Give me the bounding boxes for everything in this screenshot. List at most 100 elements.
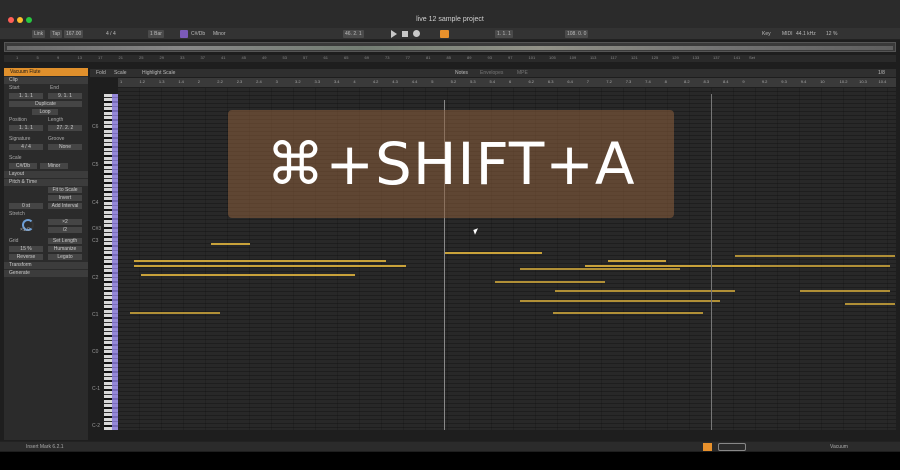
transform-section-header[interactable]: Transform [4,262,88,269]
loop-toggle[interactable]: Loop [32,109,58,115]
overview-waveform [7,46,893,50]
play-button[interactable] [391,30,397,38]
clip-scale-mode-menu[interactable]: Minor [40,163,68,169]
octave-label: C2 [92,275,99,281]
draw-mode-button[interactable] [440,30,449,38]
midi-note[interactable] [555,290,735,292]
humanize-button[interactable]: Humanize [48,246,82,252]
midi-note[interactable] [845,303,895,305]
tap-button[interactable]: Tap [50,30,63,38]
arrangement-ruler-bar: 77 [405,55,410,60]
quantize-menu[interactable]: 1 Bar [148,30,164,38]
generate-section-header[interactable]: Generate [4,270,88,277]
arrangement-ruler-bar: 1 [16,55,19,60]
arrangement-ruler[interactable]: Set 1 5 9 13 17 21 25 29 33 37 41 45 49 53 57 61 65 69 73 7… [4,55,896,62]
tempo-field[interactable]: 167.00 [64,30,84,38]
time-signature-field[interactable]: 4 / 4 [106,30,116,38]
midi-note[interactable] [495,281,605,283]
octave-label: C-2 [92,423,101,429]
status-mode-icon[interactable] [703,443,712,451]
arrangement-ruler-bar: 133 [692,55,700,60]
clip-end-marker[interactable] [711,94,712,430]
midi-map-button[interactable]: MIDI [782,30,793,38]
midi-note[interactable] [715,265,890,267]
arrangement-ruler-bar: 17 [98,55,103,60]
start-label: Start [9,85,20,91]
scale-toggle-button[interactable] [180,30,188,38]
set-length-button[interactable]: Set Length [48,238,82,244]
editor-ruler-tick: 2 [197,79,201,84]
layout-section-header[interactable]: Layout [4,171,88,178]
loop-start-field[interactable]: 1. 1. 1 [495,30,513,38]
clip-scale-root-menu[interactable]: C#/Db [9,163,37,169]
length-label: Length [48,117,64,123]
position-label: Position [9,117,27,123]
midi-note[interactable] [133,260,387,262]
arrangement-overview[interactable] [4,42,896,52]
add-interval-button[interactable]: Add Interval [48,203,82,209]
arrangement-ruler-bar: 121 [631,55,638,60]
arrangement-ruler-bar: 33 [180,55,185,60]
midi-note[interactable] [800,290,890,292]
groove-menu[interactable]: None [48,144,82,150]
invert-button[interactable]: Invert [48,195,82,201]
highlight-scale-button[interactable]: Highlight Scale [142,69,175,77]
arrangement-ruler-bar: 69 [364,55,369,60]
midi-note[interactable] [735,255,895,257]
scale-button[interactable]: Scale [114,69,127,77]
arrangement-ruler-bar: 29 [159,55,164,60]
fold-button[interactable]: Fold [96,69,106,77]
status-overview-box[interactable] [718,443,746,451]
humanize-amount-field[interactable]: 15 % [9,246,43,252]
position-field[interactable]: 1. 1. 1 [9,125,43,131]
track-name-header[interactable]: Vacuum Flute [4,68,88,76]
reverse-button[interactable]: Reverse [9,254,43,260]
tab-envelopes[interactable]: Envelopes [480,69,503,77]
length-field[interactable]: 27. 2. 2 [48,125,82,131]
stop-button[interactable] [402,31,408,37]
editor-ruler-tick: 9.3 [781,79,787,84]
midi-note[interactable] [520,268,680,270]
tab-mpe[interactable]: MPE [517,69,528,77]
loop-length-field[interactable]: 108. 0. 0 [565,30,589,38]
set-locator-button[interactable]: Set [749,55,755,60]
arrangement-ruler-bar: 101 [528,55,536,60]
midi-note[interactable] [211,243,251,245]
octave-label: C1 [92,312,99,318]
key-map-button[interactable]: Key [762,30,771,38]
arrangement-position-field[interactable]: 46. 2. 1 [343,30,364,38]
midi-note[interactable] [444,252,542,254]
start-field[interactable]: 1. 1. 1 [9,93,43,99]
editor-ruler-tick: 10 [820,79,825,84]
grid-division-readout[interactable]: 1/8 [878,69,885,77]
fit-to-scale-button[interactable]: Fit to Scale [48,187,82,193]
editor-ruler-tick: 6.2 [528,79,534,84]
midi-note[interactable] [130,312,220,314]
groove-label: Groove [48,136,65,142]
scale-root-menu[interactable]: C#/Db [191,30,205,38]
pitch-time-section-header[interactable]: Pitch & Time [4,179,88,186]
legato-button[interactable]: Legato [48,254,82,260]
scale-mode-menu[interactable]: Minor [213,30,226,38]
interval-field[interactable]: 0 st [9,203,43,209]
record-button[interactable] [413,30,420,37]
end-field[interactable]: 9. 1. 1 [48,93,82,99]
editor-ruler-tick: 10.4 [878,79,887,84]
midi-note[interactable] [608,260,667,262]
midi-note[interactable] [133,265,406,267]
midi-note[interactable] [553,312,703,314]
editor-ruler-tick: 8.4 [722,79,729,84]
double-button[interactable]: ×2 [48,219,82,225]
signature-field[interactable]: 4 / 4 [9,144,43,150]
status-track-name: Vacuum [830,444,848,450]
midi-note[interactable] [520,300,720,302]
tab-notes[interactable]: Notes [455,69,468,77]
duplicate-button[interactable]: Duplicate [9,101,82,107]
arrangement-ruler-bar: 61 [323,55,328,60]
editor-beat-ruler[interactable]: 1 1.2 1.3 1.4 2 2.2 2.3 2.4 3 3.2 3.3 3.4 4 4.2 4.3 4.4… [118,78,896,87]
half-button[interactable]: /2 [48,227,82,233]
arrangement-ruler-bar: 113 [590,55,597,60]
link-button[interactable]: Link [32,30,46,38]
midi-note[interactable] [141,274,356,276]
clip-section-header[interactable]: Clip [4,77,88,84]
